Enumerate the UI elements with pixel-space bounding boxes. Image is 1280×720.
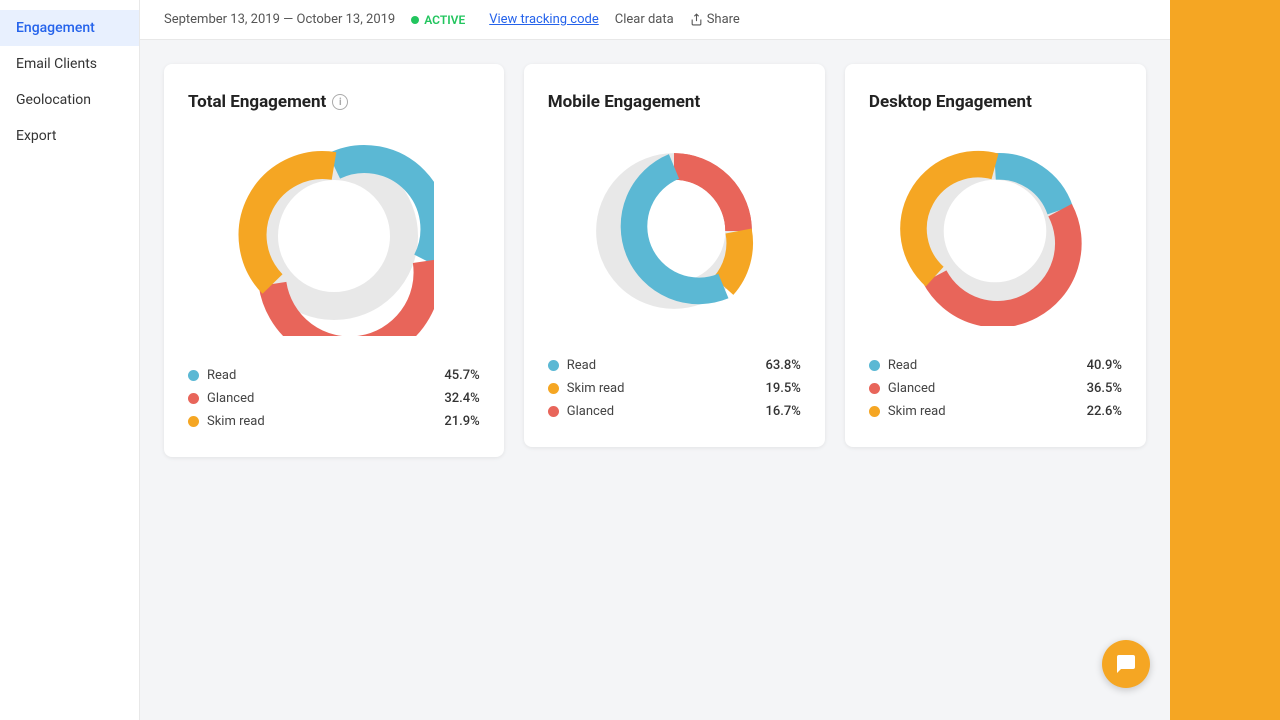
mobile-legend-read: Read 63.8% (548, 358, 801, 373)
mobile-legend-skim-read: Skim read 19.5% (548, 381, 801, 396)
mobile-engagement-card: Mobile Engagement (524, 64, 825, 447)
sidebar-item-engagement[interactable]: Engagement (0, 10, 139, 46)
glanced-pct: 32.4% (444, 391, 479, 406)
desktop-read-pct: 40.9% (1087, 358, 1122, 373)
legend-read: Read 45.7% (188, 368, 480, 383)
read-pct: 45.7% (444, 368, 479, 383)
skim-read-dot (188, 416, 199, 427)
main-content: September 13, 2019 — October 13, 2019 AC… (140, 0, 1170, 720)
desktop-legend-read: Read 40.9% (869, 358, 1122, 373)
mobile-read-pct: 63.8% (766, 358, 801, 373)
desktop-glanced-pct: 36.5% (1087, 381, 1122, 396)
total-engagement-card: Total Engagement i (164, 64, 504, 457)
info-icon[interactable]: i (332, 94, 348, 110)
share-button[interactable]: Share (690, 12, 740, 27)
mobile-donut-svg (579, 136, 769, 326)
mobile-legend: Read 63.8% Skim read 19.5% Glanced (548, 358, 801, 419)
right-orange-panel (1170, 0, 1280, 720)
header-bar: September 13, 2019 — October 13, 2019 AC… (140, 0, 1170, 40)
glanced-dot (188, 393, 199, 404)
active-dot (411, 16, 419, 24)
cards-area: Total Engagement i (140, 40, 1170, 720)
read-dot (188, 370, 199, 381)
mobile-read-dot (548, 360, 559, 371)
view-tracking-code-link[interactable]: View tracking code (489, 12, 599, 27)
date-range: September 13, 2019 — October 13, 2019 (164, 12, 395, 27)
desktop-engagement-card: Desktop Engagement (845, 64, 1146, 447)
chat-button[interactable] (1102, 640, 1150, 688)
total-engagement-title: Total Engagement i (188, 92, 348, 112)
mobile-engagement-title: Mobile Engagement (548, 92, 700, 112)
mobile-glanced-dot (548, 406, 559, 417)
mobile-glanced-pct: 16.7% (766, 404, 801, 419)
desktop-legend-glanced: Glanced 36.5% (869, 381, 1122, 396)
desktop-skim-read-pct: 22.6% (1087, 404, 1122, 419)
desktop-donut (900, 136, 1090, 326)
total-donut-svg (234, 136, 434, 336)
desktop-donut-svg (900, 136, 1090, 326)
skim-read-pct: 21.9% (444, 414, 479, 429)
desktop-read-dot (869, 360, 880, 371)
mobile-donut (579, 136, 769, 326)
active-badge: ACTIVE (411, 13, 465, 27)
sidebar-item-geolocation[interactable]: Geolocation (0, 82, 139, 118)
share-icon (690, 13, 703, 26)
mobile-legend-glanced: Glanced 16.7% (548, 404, 801, 419)
desktop-legend: Read 40.9% Glanced 36.5% Skim read (869, 358, 1122, 419)
sidebar-item-email-clients[interactable]: Email Clients (0, 46, 139, 82)
desktop-glanced-dot (869, 383, 880, 394)
legend-glanced: Glanced 32.4% (188, 391, 480, 406)
desktop-skim-read-dot (869, 406, 880, 417)
desktop-legend-skim-read: Skim read 22.6% (869, 404, 1122, 419)
mobile-skim-read-pct: 19.5% (766, 381, 801, 396)
clear-data-button[interactable]: Clear data (615, 12, 674, 27)
total-legend: Read 45.7% Glanced 32.4% Skim read (188, 368, 480, 429)
total-donut (234, 136, 434, 336)
desktop-engagement-title: Desktop Engagement (869, 92, 1032, 112)
chat-icon (1114, 652, 1138, 676)
sidebar: Engagement Email Clients Geolocation Exp… (0, 0, 140, 720)
sidebar-item-export[interactable]: Export (0, 118, 139, 154)
mobile-skim-read-dot (548, 383, 559, 394)
header-actions: View tracking code Clear data Share (489, 12, 740, 27)
legend-skim-read: Skim read 21.9% (188, 414, 480, 429)
